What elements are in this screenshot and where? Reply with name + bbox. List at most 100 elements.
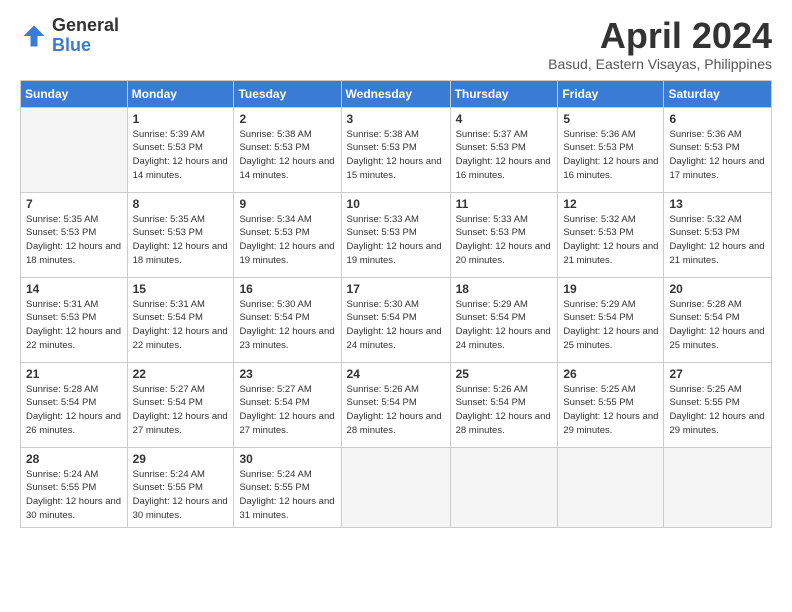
day-info: Sunrise: 5:38 AMSunset: 5:53 PMDaylight:… <box>239 128 335 183</box>
week-row: 1 Sunrise: 5:39 AMSunset: 5:53 PMDaylight… <box>21 107 772 192</box>
day-number: 24 <box>347 367 445 381</box>
day-info: Sunrise: 5:36 AMSunset: 5:53 PMDaylight:… <box>669 128 766 183</box>
logo-general: General <box>52 15 119 35</box>
calendar-cell: 15Sunrise: 5:31 AMSunset: 5:54 PMDayligh… <box>127 277 234 362</box>
day-number: 8 <box>133 197 229 211</box>
day-info: Sunrise: 5:25 AMSunset: 5:55 PMDaylight:… <box>669 383 766 438</box>
calendar-cell: 30 Sunrise: 5:24 AMSunset: 5:55 PMDayligh… <box>234 447 341 527</box>
weekday-header: Saturday <box>664 80 772 107</box>
calendar-cell <box>664 447 772 527</box>
logo-text: General Blue <box>52 16 119 56</box>
day-number: 5 <box>563 112 658 126</box>
calendar-cell: 26 Sunrise: 5:25 AMSunset: 5:55 PMDayligh… <box>558 362 664 447</box>
weekday-header: Monday <box>127 80 234 107</box>
calendar-cell <box>558 447 664 527</box>
calendar-cell: 12Sunrise: 5:32 AMSunset: 5:53 PMDayligh… <box>558 192 664 277</box>
page-header: General Blue April 2024 Basud, Eastern V… <box>20 16 772 72</box>
day-info: Sunrise: 5:30 AMSunset: 5:54 PMDaylight:… <box>347 298 445 353</box>
calendar-cell: 14Sunrise: 5:31 AMSunset: 5:53 PMDayligh… <box>21 277 128 362</box>
calendar-table: SundayMondayTuesdayWednesdayThursdayFrid… <box>20 80 772 528</box>
calendar-cell: 9 Sunrise: 5:34 AMSunset: 5:53 PMDaylight… <box>234 192 341 277</box>
logo-blue: Blue <box>52 35 91 55</box>
day-info: Sunrise: 5:34 AMSunset: 5:53 PMDaylight:… <box>239 213 335 268</box>
week-row: 7Sunrise: 5:35 AMSunset: 5:53 PMDaylight… <box>21 192 772 277</box>
day-number: 14 <box>26 282 122 296</box>
week-row: 14Sunrise: 5:31 AMSunset: 5:53 PMDayligh… <box>21 277 772 362</box>
calendar-cell: 10 Sunrise: 5:33 AMSunset: 5:53 PMDayligh… <box>341 192 450 277</box>
day-info: Sunrise: 5:35 AMSunset: 5:53 PMDaylight:… <box>133 213 229 268</box>
day-info: Sunrise: 5:36 AMSunset: 5:53 PMDaylight:… <box>563 128 658 183</box>
day-info: Sunrise: 5:30 AMSunset: 5:54 PMDaylight:… <box>239 298 335 353</box>
day-number: 21 <box>26 367 122 381</box>
day-info: Sunrise: 5:33 AMSunset: 5:53 PMDaylight:… <box>456 213 553 268</box>
day-info: Sunrise: 5:32 AMSunset: 5:53 PMDaylight:… <box>669 213 766 268</box>
calendar-cell: 7Sunrise: 5:35 AMSunset: 5:53 PMDaylight… <box>21 192 128 277</box>
day-number: 19 <box>563 282 658 296</box>
day-info: Sunrise: 5:24 AMSunset: 5:55 PMDaylight:… <box>26 468 122 523</box>
calendar-cell: 17 Sunrise: 5:30 AMSunset: 5:54 PMDayligh… <box>341 277 450 362</box>
weekday-header: Sunday <box>21 80 128 107</box>
day-info: Sunrise: 5:33 AMSunset: 5:53 PMDaylight:… <box>347 213 445 268</box>
day-number: 27 <box>669 367 766 381</box>
day-info: Sunrise: 5:39 AMSunset: 5:53 PMDaylight:… <box>133 128 229 183</box>
day-number: 6 <box>669 112 766 126</box>
calendar-cell: 3 Sunrise: 5:38 AMSunset: 5:53 PMDaylight… <box>341 107 450 192</box>
day-info: Sunrise: 5:37 AMSunset: 5:53 PMDaylight:… <box>456 128 553 183</box>
logo: General Blue <box>20 16 119 56</box>
weekday-header: Thursday <box>450 80 558 107</box>
month-title: April 2024 <box>548 16 772 56</box>
day-number: 1 <box>133 112 229 126</box>
day-number: 4 <box>456 112 553 126</box>
day-info: Sunrise: 5:29 AMSunset: 5:54 PMDaylight:… <box>456 298 553 353</box>
calendar-cell: 1 Sunrise: 5:39 AMSunset: 5:53 PMDaylight… <box>127 107 234 192</box>
day-number: 13 <box>669 197 766 211</box>
day-number: 17 <box>347 282 445 296</box>
calendar-cell <box>450 447 558 527</box>
weekday-header-row: SundayMondayTuesdayWednesdayThursdayFrid… <box>21 80 772 107</box>
title-block: April 2024 Basud, Eastern Visayas, Phili… <box>548 16 772 72</box>
day-number: 12 <box>563 197 658 211</box>
week-row: 21 Sunrise: 5:28 AMSunset: 5:54 PMDayligh… <box>21 362 772 447</box>
day-info: Sunrise: 5:35 AMSunset: 5:53 PMDaylight:… <box>26 213 122 268</box>
day-info: Sunrise: 5:25 AMSunset: 5:55 PMDaylight:… <box>563 383 658 438</box>
calendar-cell: 18Sunrise: 5:29 AMSunset: 5:54 PMDayligh… <box>450 277 558 362</box>
day-info: Sunrise: 5:29 AMSunset: 5:54 PMDaylight:… <box>563 298 658 353</box>
calendar-cell: 6 Sunrise: 5:36 AMSunset: 5:53 PMDaylight… <box>664 107 772 192</box>
logo-icon <box>20 22 48 50</box>
calendar-cell: 29Sunrise: 5:24 AMSunset: 5:55 PMDayligh… <box>127 447 234 527</box>
day-info: Sunrise: 5:24 AMSunset: 5:55 PMDaylight:… <box>239 468 335 523</box>
day-number: 22 <box>133 367 229 381</box>
weekday-header: Friday <box>558 80 664 107</box>
weekday-header: Wednesday <box>341 80 450 107</box>
calendar-cell: 21 Sunrise: 5:28 AMSunset: 5:54 PMDayligh… <box>21 362 128 447</box>
day-number: 28 <box>26 452 122 466</box>
day-number: 30 <box>239 452 335 466</box>
calendar-cell: 24 Sunrise: 5:26 AMSunset: 5:54 PMDayligh… <box>341 362 450 447</box>
calendar-cell: 5 Sunrise: 5:36 AMSunset: 5:53 PMDaylight… <box>558 107 664 192</box>
calendar-cell: 4 Sunrise: 5:37 AMSunset: 5:53 PMDaylight… <box>450 107 558 192</box>
location-subtitle: Basud, Eastern Visayas, Philippines <box>548 56 772 72</box>
calendar-cell: 20Sunrise: 5:28 AMSunset: 5:54 PMDayligh… <box>664 277 772 362</box>
day-number: 10 <box>347 197 445 211</box>
calendar-cell: 19 Sunrise: 5:29 AMSunset: 5:54 PMDayligh… <box>558 277 664 362</box>
calendar-cell: 11 Sunrise: 5:33 AMSunset: 5:53 PMDayligh… <box>450 192 558 277</box>
day-info: Sunrise: 5:38 AMSunset: 5:53 PMDaylight:… <box>347 128 445 183</box>
calendar-cell: 8 Sunrise: 5:35 AMSunset: 5:53 PMDaylight… <box>127 192 234 277</box>
day-number: 3 <box>347 112 445 126</box>
calendar-cell: 23Sunrise: 5:27 AMSunset: 5:54 PMDayligh… <box>234 362 341 447</box>
weekday-header: Tuesday <box>234 80 341 107</box>
calendar-cell: 2Sunrise: 5:38 AMSunset: 5:53 PMDaylight… <box>234 107 341 192</box>
day-number: 16 <box>239 282 335 296</box>
calendar-cell: 22Sunrise: 5:27 AMSunset: 5:54 PMDayligh… <box>127 362 234 447</box>
day-number: 20 <box>669 282 766 296</box>
day-info: Sunrise: 5:28 AMSunset: 5:54 PMDaylight:… <box>26 383 122 438</box>
day-number: 15 <box>133 282 229 296</box>
day-info: Sunrise: 5:26 AMSunset: 5:54 PMDaylight:… <box>456 383 553 438</box>
day-info: Sunrise: 5:26 AMSunset: 5:54 PMDaylight:… <box>347 383 445 438</box>
day-number: 11 <box>456 197 553 211</box>
calendar-cell: 27 Sunrise: 5:25 AMSunset: 5:55 PMDayligh… <box>664 362 772 447</box>
day-number: 29 <box>133 452 229 466</box>
day-number: 26 <box>563 367 658 381</box>
day-number: 9 <box>239 197 335 211</box>
day-number: 25 <box>456 367 553 381</box>
